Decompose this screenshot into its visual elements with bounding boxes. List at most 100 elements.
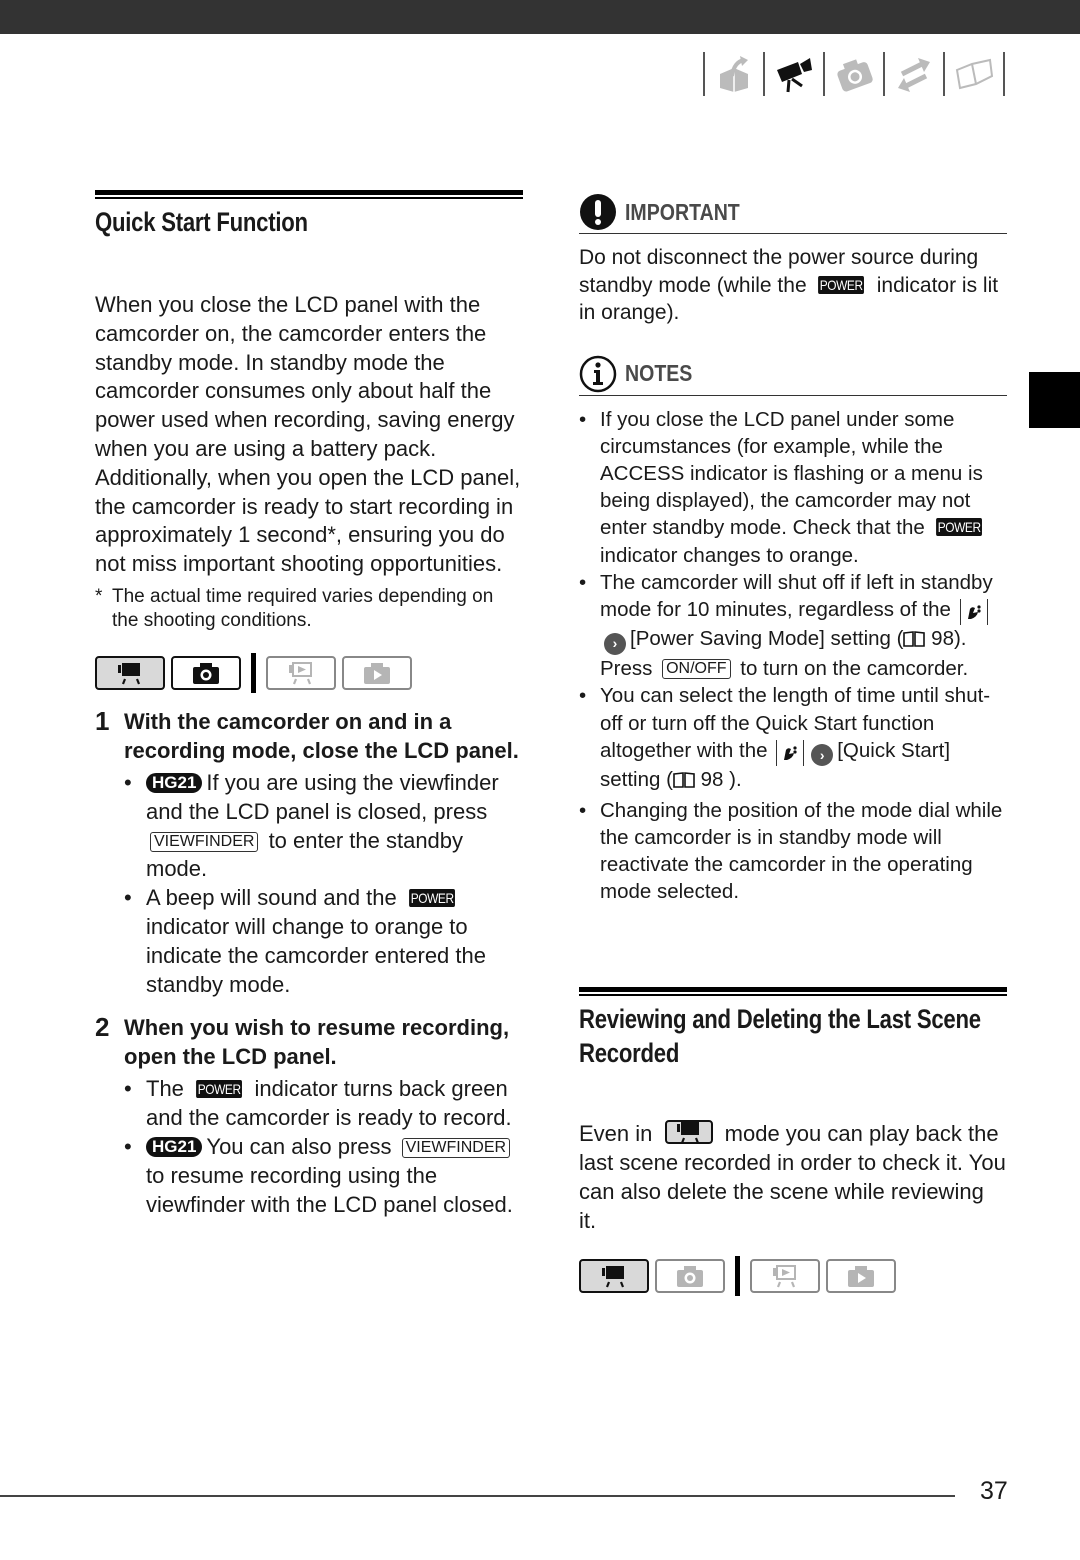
text: The camcorder will shut off if left in s… [600,570,993,621]
setup-menu-icon [776,739,805,766]
text: setting ( [830,626,904,650]
bullet-mark: • [124,885,132,911]
top-header-bar [0,0,1080,34]
list-item-text: HG21 If you are using the viewfinder and … [146,769,523,884]
bullet-mark: • [124,769,132,795]
bullet-mark: • [579,407,587,431]
review-paragraph: Even in mode you can play back the last … [579,1120,1007,1235]
mode-indicators [95,652,523,693]
section-title: Reviewing and Deleting the Last Scene Re… [579,1004,981,1069]
bullet-mark: • [579,570,587,594]
movie-mode-inline-icon [664,1120,713,1145]
footnote-mark: * [95,585,103,607]
text: indicator will change to orange to indic… [146,913,486,997]
nav-divider [1003,52,1005,96]
menu-item-name: [Power Saving Mode] [630,626,831,650]
section-title: Quick Start Function [95,207,308,237]
mode-group-divider [735,1255,740,1296]
text: ). [723,768,742,792]
notes-header: NOTES [579,355,1007,396]
mode-indicators [579,1255,1007,1296]
review-text-pre: Even in [579,1121,653,1147]
preparations-icon[interactable] [705,52,763,96]
chapter-nav [703,50,1005,98]
video-icon[interactable] [765,52,823,96]
power-indicator-badge: POWER [408,889,456,908]
list-item-text: A beep will sound and the POWER indicato… [146,884,523,999]
photo-icon[interactable] [825,52,883,96]
important-text: Do not disconnect the power source durin… [579,244,1007,327]
note-text: If you close the LCD panel under some ci… [600,406,1007,569]
model-badge: HG21 [146,1136,203,1157]
power-indicator-badge: POWER [936,518,983,537]
viewfinder-button[interactable]: VIEWFINDER [150,831,259,852]
list-item: • The POWER indicator turns back green an… [124,1075,523,1133]
menu-item-name: [Quick Start] [837,738,951,762]
section-rule [579,987,1007,993]
text: The [146,1076,191,1102]
power-indicator-badge: POWER [818,275,865,294]
text: Changing the position of the mode dial w… [600,798,1003,904]
right-column: IMPORTANT Do not disconnect the power so… [579,190,1007,1296]
note-text: You can select the length of time until … [600,682,1007,796]
step: 2 When you wish to resume recording, open… [95,1013,523,1071]
movie-playback-mode-icon [750,1258,820,1293]
list-item-text: HG21 You can also press VIEWFINDER to res… [146,1133,523,1219]
section-rule [95,190,523,195]
step-bullets: • The POWER indicator turns back green an… [124,1075,523,1219]
bullet-mark: • [124,1076,132,1102]
step-instruction: With the camcorder on and in a recording… [124,708,519,763]
note-item: • You can select the length of time until… [579,682,1007,796]
note-text: The camcorder will shut off if left in s… [600,569,1007,683]
arrow-right-icon: › [604,632,626,655]
note-item: • If you close the LCD panel under some c… [579,406,1007,569]
text: You can also press [206,1133,398,1159]
model-badge: HG21 [146,772,203,793]
intro-paragraph: When you close the LCD panel with the ca… [95,292,521,577]
viewfinder-button[interactable]: VIEWFINDER [401,1137,511,1158]
info-icon [579,355,617,392]
movie-playback-mode-icon [266,655,336,690]
footnote-text: The actual time required varies dependin… [112,585,494,631]
footnote: * The actual time required varies depend… [95,585,523,633]
bullet-mark: • [124,1133,132,1159]
text: to resume recording using the viewfinder… [146,1162,513,1217]
photo-record-mode-icon [171,655,241,690]
mode-group-divider [251,652,256,693]
list-item: • HG21 If you are using the viewfinder and… [124,769,523,884]
text: to turn on the camcorder. [734,657,969,681]
step-number: 2 [95,1012,110,1043]
photo-playback-mode-icon [342,655,412,690]
book-reference-icon [673,769,695,796]
photo-playback-mode-icon [826,1258,896,1293]
bullet-mark: • [579,798,587,822]
setup-menu-icon [959,598,988,625]
list-item: • A beep will sound and the POWER indicat… [124,884,523,999]
page-number: 37 [980,1477,1008,1505]
step: 1 With the camcorder on and in a recordin… [95,706,523,765]
step-bullets: • HG21 If you are using the viewfinder and… [124,769,523,999]
chapter-tab-marker [1029,372,1080,428]
notes-list: • If you close the LCD panel under some c… [579,406,1007,906]
section-rule [579,994,1007,997]
quick-start-section: Quick Start Function When you close the … [95,190,523,1219]
additional-info-icon[interactable] [945,52,1003,96]
photo-record-mode-icon [655,1258,725,1293]
external-connections-icon[interactable] [885,52,943,96]
movie-record-mode-icon [95,655,165,690]
text: setting ( [600,768,673,792]
review-section: Reviewing and Deleting the Last Scene Re… [579,987,1007,1296]
movie-record-mode-icon [579,1258,649,1293]
note-item: • The camcorder will shut off if left in … [579,569,1007,683]
page-reference: 98 [925,626,954,650]
important-header: IMPORTANT [579,193,1007,234]
important-icon [580,194,616,230]
arrow-right-icon: › [811,744,834,767]
text: indicator changes to orange. [600,543,859,567]
footer-rule [0,1495,955,1497]
notes-label: NOTES [625,360,693,386]
note-text: Changing the position of the mode dial w… [600,797,1007,906]
page-reference: 98 [694,768,724,792]
on-off-button[interactable]: ON/OFF [662,659,731,680]
note-item: • Changing the position of the mode dial … [579,797,1007,906]
